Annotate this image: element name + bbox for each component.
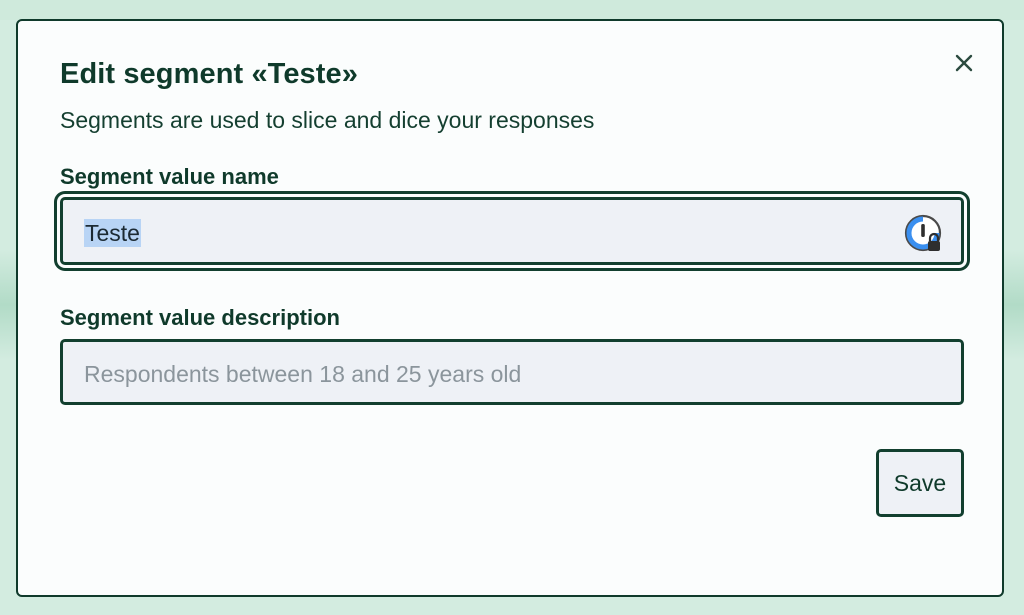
segment-name-label: Segment value name xyxy=(60,164,279,189)
close-button[interactable] xyxy=(950,49,978,77)
segment-description-input[interactable]: Respondents between 18 and 25 years old xyxy=(60,339,964,405)
password-manager-lock-icon[interactable] xyxy=(903,212,947,256)
page-backdrop-top xyxy=(0,0,1024,20)
segment-name-input[interactable]: Teste xyxy=(60,197,964,265)
close-icon xyxy=(955,54,973,72)
dialog-subtitle: Segments are used to slice and dice your… xyxy=(60,107,595,133)
segment-name-value[interactable]: Teste xyxy=(84,219,141,247)
save-button[interactable]: Save xyxy=(876,449,964,517)
segment-description-label: Segment value description xyxy=(60,305,340,330)
segment-description-placeholder: Respondents between 18 and 25 years old xyxy=(84,361,522,387)
dialog-title: Edit segment «Teste» xyxy=(60,58,359,90)
edit-segment-dialog: Edit segment «Teste» Segments are used t… xyxy=(16,19,1004,597)
